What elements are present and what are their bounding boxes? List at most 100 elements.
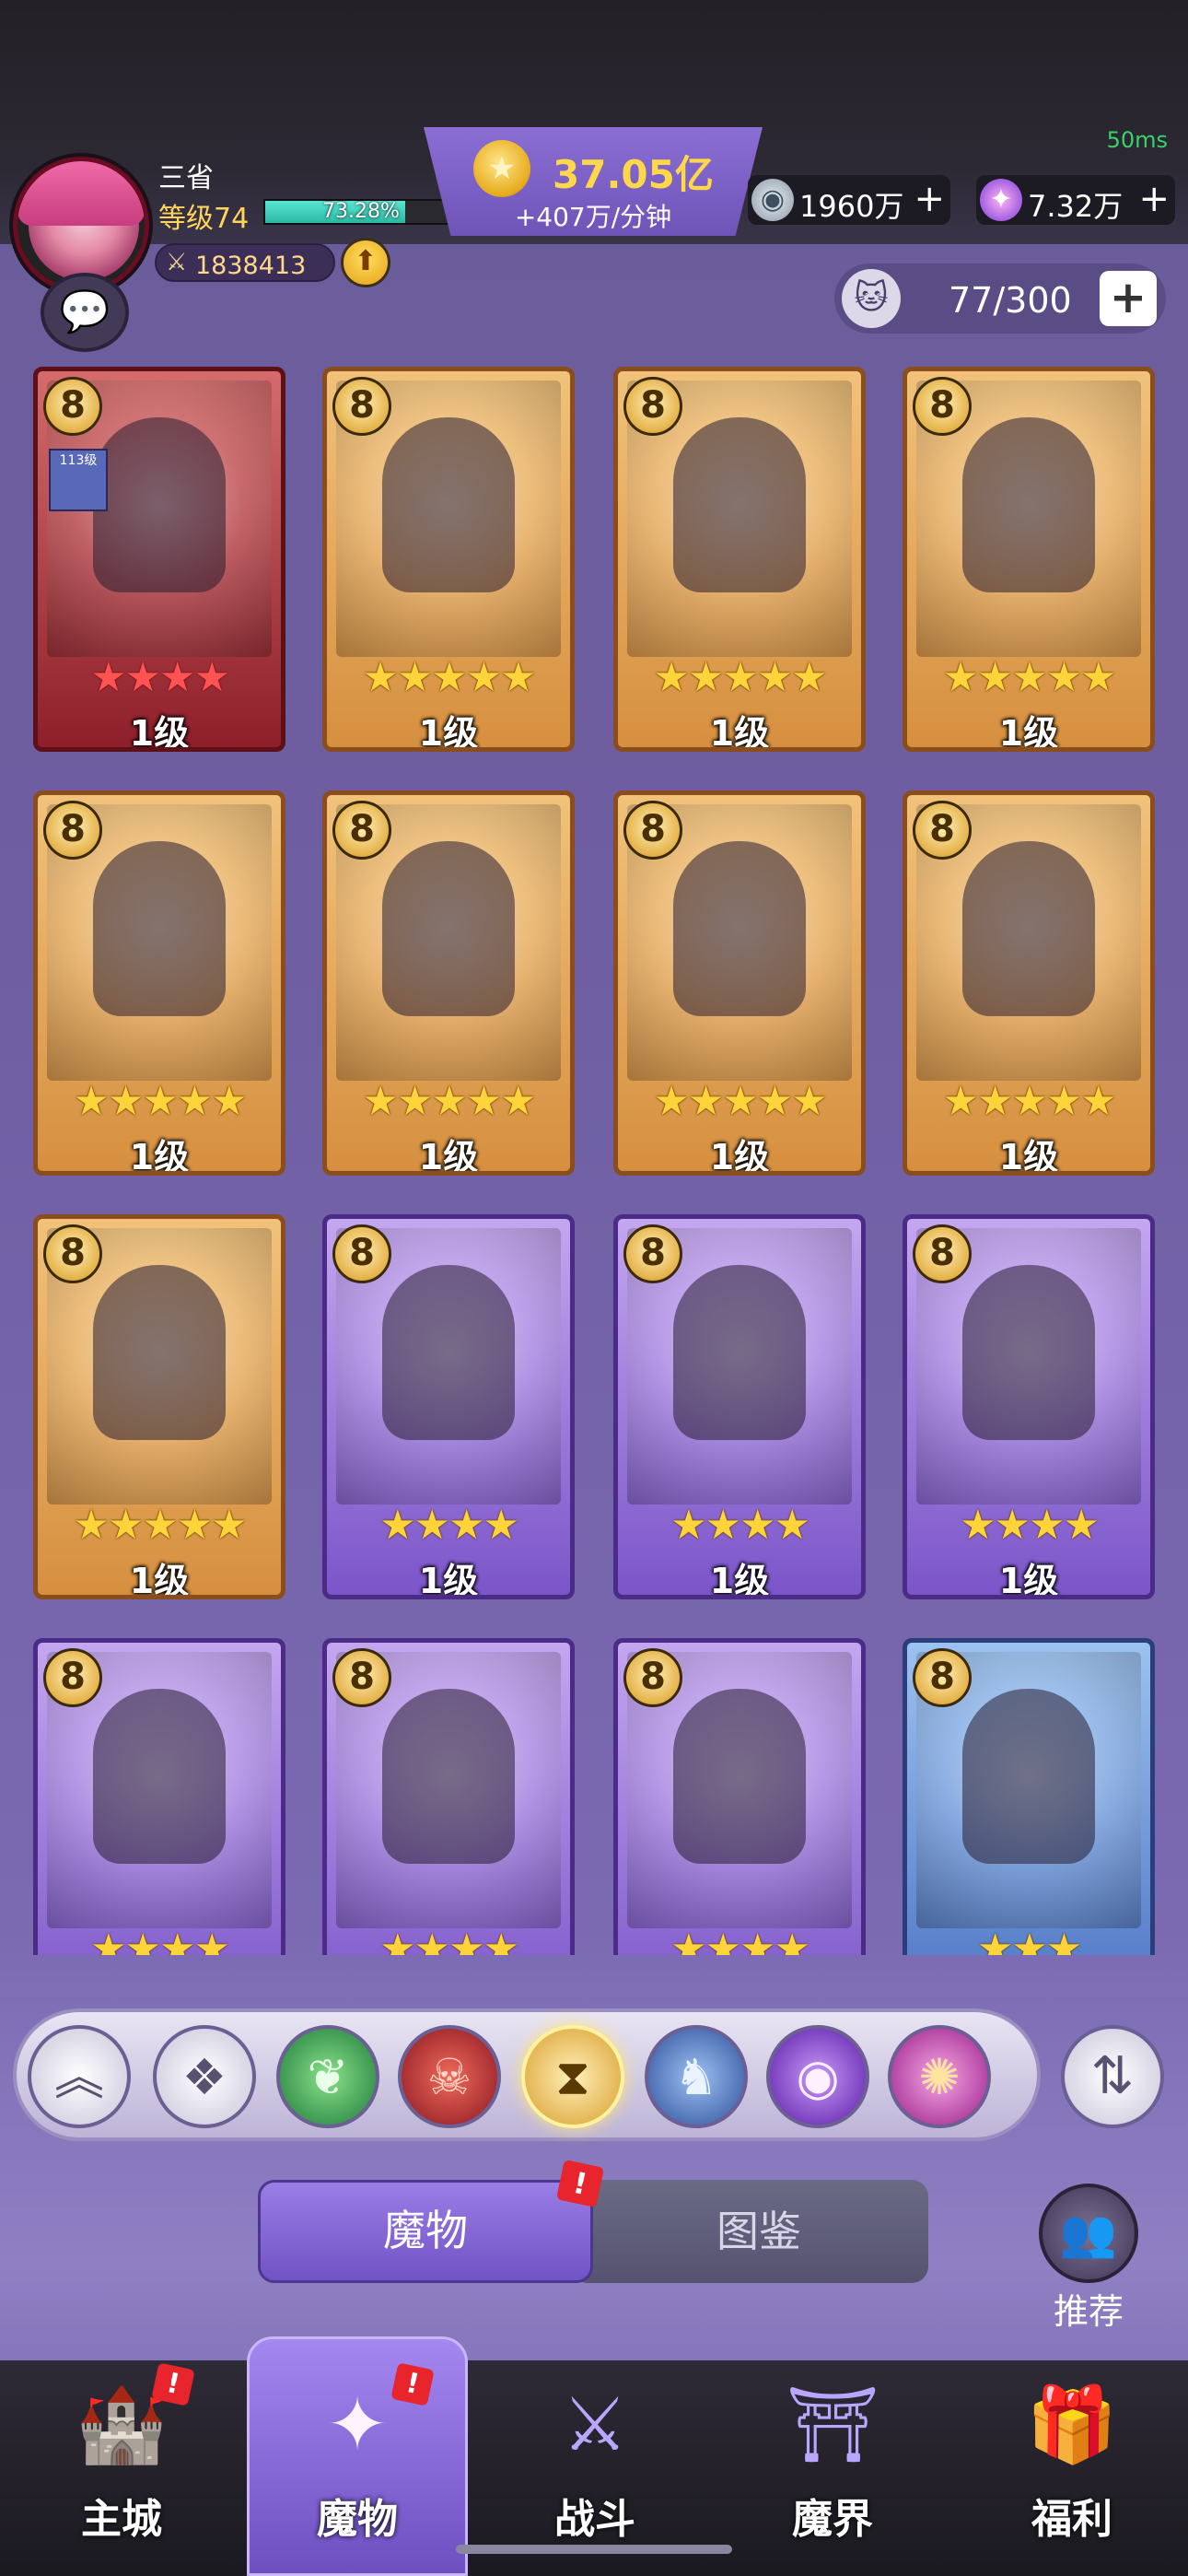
expand-capacity-button[interactable]: + [1100,271,1157,326]
chat-bubble-icon: 💬 [59,288,111,335]
nav-label-monsters: 魔物 [317,2496,398,2543]
monster-card[interactable]: 8 ★★★★★ 1级 [322,367,575,752]
monster-card[interactable]: 8 ★★★★★ 1级 [33,790,285,1176]
hourglass-element-icon: 8 [43,1224,102,1283]
monster-figure [93,841,226,1016]
gem-currency: ✦ 7.32万 + [976,175,1175,225]
monster-figure [93,1689,226,1864]
filter-chaos-button[interactable]: ✺ [888,2025,991,2128]
power-display: ⚔ 1838413 [155,243,335,282]
diamond-grid-icon: ❖ [181,2048,227,2106]
monster-level: 1级 [709,713,770,752]
team-icon: 👥 [1059,2207,1118,2260]
monster-figure [673,841,806,1016]
monster-grid: 8 113级 ★★★★ 1级 8 ★★★★★ 1级 8 ★★★★★ 1级 8 ★★★★★ 1级 8 ★★★★… [0,365,1188,1955]
monster-card[interactable]: 8 113级 ★★★★ 1级 [33,367,285,752]
filter-all-button[interactable]: ❖ [153,2025,256,2128]
nav-label-battle: 战斗 [554,2496,635,2543]
nav-label-welfare: 福利 [1031,2496,1112,2543]
monster-figure [673,417,806,592]
silver-coin-icon: ◉ [751,179,794,221]
monster-card[interactable]: 8 ★★★★★ 1级 [613,367,866,752]
nav-label-main-city: 主城 [81,2496,162,2543]
chat-button[interactable]: 💬 [41,273,129,352]
star-rating: ★★★★ [670,1926,810,1956]
monster-card[interactable]: 8 ★★★★★ 1级 [613,790,866,1176]
star-rating: ★★★★★ [362,654,536,701]
monster-figure [962,841,1095,1016]
sort-button[interactable]: ⇅ [1061,2025,1164,2128]
hourglass-element-icon: 8 [332,1224,391,1283]
sword-power-icon: ⚔ [166,249,188,276]
star-rating: ★★★★ [379,1502,519,1549]
monster-figure [673,1689,806,1864]
recommend-button[interactable]: 👥 [1039,2184,1138,2283]
demon-mask-icon: ☠ [426,2048,472,2106]
monster-card[interactable]: 8 ★★★★ [613,1638,866,1955]
star-rating: ★★★★ [90,654,230,701]
hourglass-element-icon: 8 [623,377,682,436]
nav-welfare[interactable]: 🎁 福利 [971,2346,1173,2576]
hourglass-element-icon: 8 [43,1648,102,1707]
recommend-label: 推荐 [1053,2291,1124,2332]
filter-up-arrows-button[interactable]: ︽ [28,2025,131,2128]
hourglass-element-icon: 8 [43,801,102,860]
gold-coin-icon: ★ [473,140,530,197]
leaf-icon: ❦ [307,2048,349,2106]
monster-card[interactable]: 8 ★★★★ 1级 [613,1214,866,1599]
chevrons-up-icon: ︽ [54,2048,104,2106]
dragon-icon: ♞ [673,2048,719,2106]
nav-monsters-alert: ! [390,2362,435,2406]
hourglass-element-icon: 8 [913,1648,972,1707]
player-name: 三省 [158,162,214,194]
hourglass-element-icon: 8 [623,801,682,860]
monster-card[interactable]: 8 ★★★★ [33,1638,285,1955]
monster-level: 1级 [998,1137,1059,1176]
monster-card[interactable]: 8 ★★★ [903,1638,1155,1955]
monster-figure [382,417,515,592]
add-silver-button[interactable]: + [914,179,945,219]
filter-dragon-button[interactable]: ♞ [645,2025,748,2128]
monster-card[interactable]: 8 ★★★★ 1级 [322,1214,575,1599]
gold-panel[interactable]: ★ 37.05亿 +407万/分钟 [424,127,763,236]
monster-level: 1级 [129,1561,190,1599]
tab-monsters[interactable]: 魔物 [258,2180,593,2283]
tab-alert-badge: ! [555,2159,605,2208]
tab-codex[interactable]: 图鉴 [571,2180,928,2283]
monster-card[interactable]: 8 ★★★★ 1级 [903,1214,1155,1599]
monster-level: 1级 [129,1137,190,1176]
monster-figure [962,1265,1095,1440]
monster-level: 1级 [418,1137,479,1176]
add-gems-button[interactable]: + [1138,179,1170,219]
monster-level: 1级 [418,1561,479,1599]
monster-level: 1级 [998,1561,1059,1599]
hourglass-element-icon: 8 [913,801,972,860]
monster-figure [673,1265,806,1440]
nav-label-demon-realm: 魔界 [792,2496,873,2543]
filter-hourglass-button[interactable]: ⧗ [521,2025,624,2128]
filter-eye-button[interactable]: ◉ [766,2025,869,2128]
monster-card[interactable]: 8 ★★★★★ 1级 [903,790,1155,1176]
upgrade-arrow-button[interactable]: ⬆ [341,238,390,287]
silver-currency: ◉ 1960万 + [748,175,950,225]
nav-demon-realm[interactable]: ⛩ 魔界 [731,2346,934,2576]
silver-amount: 1960万 [799,189,904,224]
chaos-swirl-icon: ✺ [918,2048,961,2106]
hourglass-element-icon: 8 [913,1224,972,1283]
filter-demon-button[interactable]: ☠ [398,2025,501,2128]
monster-card[interactable]: 8 ★★★★ [322,1638,575,1955]
monster-card[interactable]: 8 ★★★★★ 1级 [903,367,1155,752]
monster-level: 1级 [129,713,190,752]
filter-nature-button[interactable]: ❦ [276,2025,379,2128]
hourglass-element-icon: 8 [332,1648,391,1707]
home-indicator [456,2545,732,2554]
gold-amount: 37.05亿 [553,152,714,197]
monster-card[interactable]: 8 ★★★★★ 1级 [322,790,575,1176]
star-rating: ★★★★★ [653,654,827,701]
player-level: 等级74 [158,203,250,235]
monster-card[interactable]: 8 ★★★★★ 1级 [33,1214,285,1599]
hourglass-element-icon: 8 [623,1224,682,1283]
monster-level: 1级 [998,713,1059,752]
monster-figure [382,1265,515,1440]
nav-battle[interactable]: ⚔ 战斗 [494,2346,696,2576]
